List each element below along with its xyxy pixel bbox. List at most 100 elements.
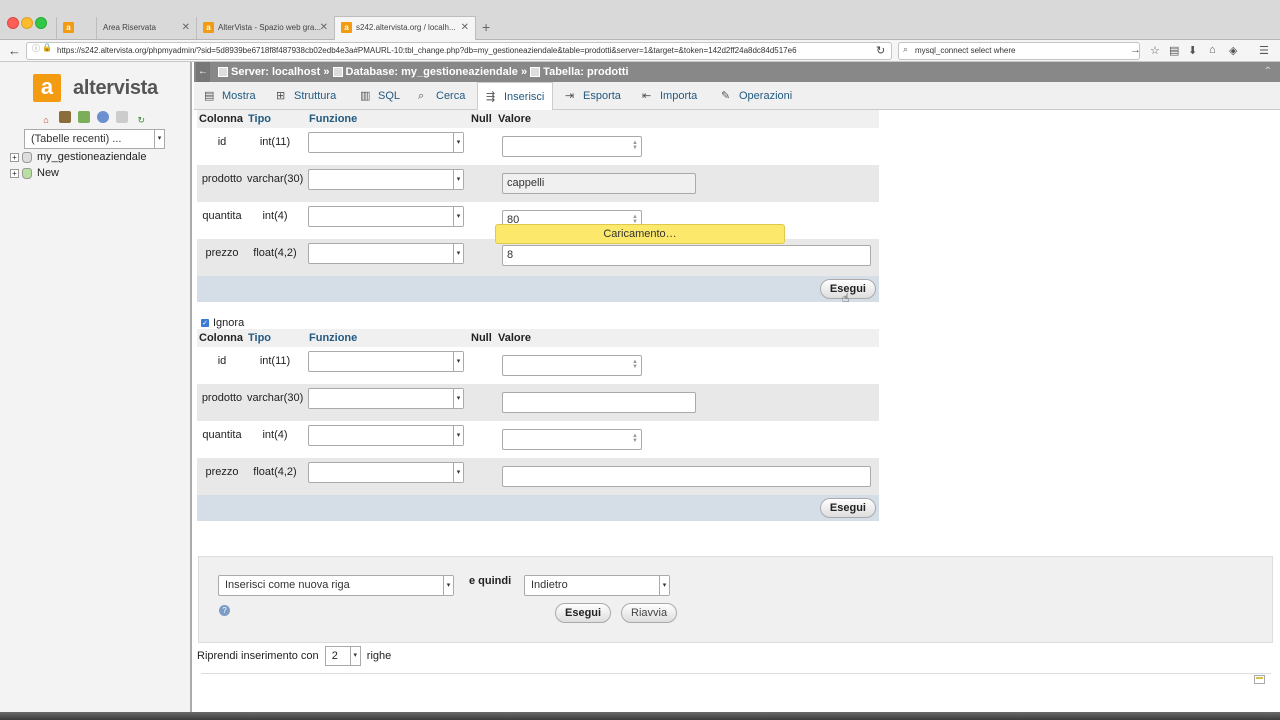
function-select[interactable]: ▾ <box>308 462 464 483</box>
ignore-option[interactable]: ✓ Ignora <box>201 317 244 329</box>
reset-button[interactable]: Riavvia <box>621 603 678 623</box>
tab-importa[interactable]: ⇤ Importa <box>634 82 705 110</box>
tree-item-label: New <box>37 167 60 179</box>
tab-close-icon[interactable]: ✕ <box>320 17 328 39</box>
download-icon[interactable]: ⬇ <box>1188 44 1197 57</box>
docs-icon[interactable] <box>97 111 110 123</box>
expand-icon[interactable]: + <box>10 168 19 178</box>
header-type[interactable]: Tipo <box>248 110 271 128</box>
tab-operazioni[interactable]: ✎ Operazioni <box>713 82 800 110</box>
function-select[interactable]: ▾ <box>308 425 464 446</box>
database-icon <box>22 151 32 163</box>
value-input[interactable]: cappelli <box>502 173 696 194</box>
collapse-navigation-icon[interactable]: ← <box>196 62 210 82</box>
browser-tab-phpmyadmin[interactable]: a s242.altervista.org / localh... ✕ <box>334 16 476 40</box>
breadcrumb-table[interactable]: Tabella: prodotti <box>543 66 628 78</box>
loading-message: Caricamento… <box>495 224 785 244</box>
header-null: Null <box>471 332 492 344</box>
function-select[interactable]: ▾ <box>308 169 464 190</box>
function-select[interactable]: ▾ <box>308 206 464 227</box>
go-arrow-icon[interactable]: → <box>1130 44 1141 56</box>
close-window-button[interactable] <box>7 17 19 29</box>
tab-esporta[interactable]: ⇥ Esporta <box>557 82 629 110</box>
home-icon[interactable]: ⌂ <box>40 114 52 126</box>
breadcrumb-separator: » <box>323 66 330 78</box>
tab-label: SQL <box>378 90 401 102</box>
value-input[interactable]: 8 <box>502 245 871 266</box>
new-tab-icon[interactable]: + <box>482 19 490 35</box>
tab-label: Operazioni <box>739 90 793 102</box>
value-input[interactable]: ▲ ▼ <box>502 136 642 157</box>
tab-mostra[interactable]: ▤ Mostra <box>196 82 264 110</box>
breadcrumb-database[interactable]: Database: my_gestioneaziendale <box>346 66 518 78</box>
reload-icon[interactable]: ↻ <box>876 43 885 59</box>
menu-hamburger-icon[interactable]: ☰ <box>1259 44 1269 57</box>
breadcrumb-server[interactable]: Server: localhost <box>231 66 320 78</box>
browser-toolbar: ← https://s242.altervista.org/phpmyadmin… <box>0 40 1280 62</box>
tree-item-new[interactable]: + New <box>10 167 59 179</box>
scroll-top-icon[interactable]: ⌃ <box>1264 62 1272 82</box>
console-icon[interactable] <box>1254 675 1265 684</box>
tree-item-label: my_gestioneaziendale <box>37 151 147 163</box>
tab-close-icon[interactable]: ✕ <box>182 17 190 39</box>
tab-close-icon[interactable]: ✕ <box>461 17 469 39</box>
header-type[interactable]: Tipo <box>248 329 271 347</box>
value-input[interactable] <box>502 466 871 487</box>
back-arrow-icon[interactable]: ← <box>8 43 21 59</box>
tree-item-my-gestioneaziendale[interactable]: + my_gestioneaziendale <box>10 151 146 163</box>
reload-icon[interactable]: ↻ <box>135 114 147 126</box>
chevron-down-icon: ▾ <box>659 576 669 595</box>
search-input[interactable]: mysql_connect select where <box>898 42 1140 60</box>
tab-label: Cerca <box>436 90 466 102</box>
table-footer: Esegui <box>197 276 879 302</box>
expand-icon[interactable]: + <box>10 152 19 162</box>
tab-sql[interactable]: ▥ SQL <box>352 82 408 110</box>
header-function[interactable]: Funzione <box>309 329 357 347</box>
spinner-icon[interactable]: ▲ ▼ <box>632 433 638 444</box>
lock-icon[interactable]: 🔒 <box>42 43 52 52</box>
home-icon[interactable]: ⌂ <box>1209 44 1216 56</box>
logout-icon[interactable] <box>59 111 72 123</box>
value-input[interactable]: ▲ ▼ <box>502 429 642 450</box>
after-insert-select[interactable]: Indietro ▾ <box>524 575 670 596</box>
function-select[interactable]: ▾ <box>308 351 464 372</box>
column-type: int(11) <box>259 355 291 367</box>
query-window-icon[interactable] <box>78 111 91 123</box>
function-select[interactable]: ▾ <box>308 243 464 264</box>
help-icon[interactable]: ? <box>219 605 230 616</box>
execute-button[interactable]: Esegui <box>819 498 876 518</box>
ignore-checkbox[interactable]: ✓ <box>201 319 209 328</box>
browser-tab-altervista[interactable]: a AlterVista - Spazio web gra... ✕ <box>196 17 334 39</box>
value-input[interactable] <box>502 392 696 413</box>
insert-mode-select[interactable]: Inserisci come nuova riga ▾ <box>218 575 454 596</box>
column-name: quantita <box>202 429 242 441</box>
recent-tables-select[interactable]: (Tabelle recenti) ... ▾ <box>24 129 165 149</box>
altervista-favicon-icon: a <box>341 22 352 34</box>
main-content: ← Server: localhost » Database: my_gesti… <box>194 62 1280 720</box>
tab-struttura[interactable]: ⊞ Struttura <box>268 82 344 110</box>
value-input[interactable]: ▲ ▼ <box>502 355 642 376</box>
info-icon[interactable]: ⓘ <box>32 43 40 54</box>
insert-options-panel: Inserisci come nuova riga ▾ e quindi Ind… <box>198 556 1273 643</box>
browser-tab-area-riservata[interactable]: Area Riservata ✕ <box>96 17 196 39</box>
function-select[interactable]: ▾ <box>308 132 464 153</box>
maximize-window-button[interactable] <box>35 17 47 29</box>
bookmark-star-icon[interactable]: ☆ <box>1150 44 1160 57</box>
execute-button[interactable]: Esegui <box>555 603 612 623</box>
spinner-icon[interactable]: ▲ ▼ <box>632 359 638 370</box>
settings-icon[interactable] <box>116 111 129 123</box>
header-function[interactable]: Funzione <box>309 110 357 128</box>
pocket-icon[interactable]: ◈ <box>1229 44 1237 57</box>
insert-icon: ⇶ <box>486 91 496 103</box>
header-value: Valore <box>498 332 532 344</box>
spinner-icon[interactable]: ▲ ▼ <box>632 140 638 151</box>
browser-tab-pinned[interactable]: a <box>56 17 96 39</box>
minimize-window-button[interactable] <box>21 17 33 29</box>
tab-cerca[interactable]: ⌕ Cerca <box>410 82 473 110</box>
tab-inserisci[interactable]: ⇶ Inserisci <box>477 82 554 111</box>
wrench-icon: ✎ <box>721 90 731 102</box>
rows-count-select[interactable]: 2 ▾ <box>324 646 361 666</box>
reading-list-icon[interactable]: ▤ <box>1169 44 1179 57</box>
url-input[interactable]: https://s242.altervista.org/phpmyadmin/?… <box>26 42 892 60</box>
function-select[interactable]: ▾ <box>308 388 464 409</box>
